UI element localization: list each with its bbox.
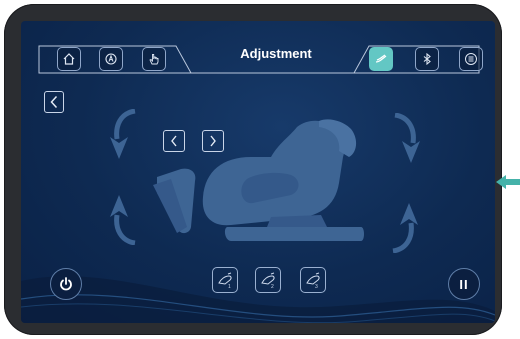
bluetooth-button[interactable] [415, 47, 439, 71]
power-button[interactable] [50, 268, 82, 300]
zero-gravity-3-button[interactable]: 3 [300, 267, 326, 293]
pause-button[interactable]: II [448, 268, 480, 300]
pause-icon: II [459, 276, 469, 292]
arrow-left-indicator-icon [496, 175, 520, 189]
zero-gravity-1-button[interactable]: 1 [212, 267, 238, 293]
auto-mode-button[interactable] [99, 47, 123, 71]
leg-rest-icon [375, 54, 387, 63]
menu-button[interactable] [459, 47, 483, 71]
top-bar: Adjustment [21, 21, 495, 79]
massage-chair-illustration [153, 119, 364, 241]
zero-gravity-icon: 2 [261, 272, 275, 289]
zero-gravity-2-button[interactable]: 2 [255, 267, 281, 293]
rotate-up-left-arrow[interactable] [109, 193, 139, 245]
control-screen: Adjustment 1 2 3 II [21, 21, 495, 323]
rotate-down-left-arrow[interactable] [109, 109, 139, 161]
rotate-down-right-arrow[interactable] [391, 113, 421, 165]
auto-mode-icon [105, 53, 117, 65]
home-button[interactable] [57, 47, 81, 71]
svg-text:1: 1 [228, 284, 231, 289]
zero-gravity-icon: 1 [218, 272, 232, 289]
power-icon [60, 277, 72, 291]
svg-text:3: 3 [315, 284, 318, 289]
hand-icon [149, 54, 159, 65]
svg-text:2: 2 [271, 284, 274, 289]
zero-gravity-icon: 3 [306, 272, 320, 289]
back-button[interactable] [44, 91, 64, 113]
bluetooth-icon [423, 52, 431, 66]
back-arrow-icon [50, 95, 58, 109]
tablet-frame: Adjustment 1 2 3 II [4, 4, 502, 335]
home-icon [63, 53, 75, 65]
list-icon [465, 53, 477, 65]
manual-mode-button[interactable] [142, 47, 166, 71]
page-title: Adjustment [240, 46, 312, 61]
leg-adjust-button[interactable] [369, 47, 393, 71]
